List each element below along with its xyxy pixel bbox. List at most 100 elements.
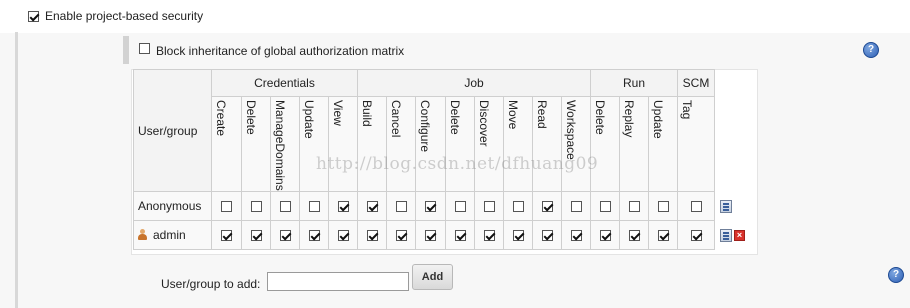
- permission-header: Cancel: [386, 96, 416, 192]
- permission-checkbox[interactable]: [221, 230, 232, 242]
- permission-checkbox[interactable]: [395, 201, 407, 213]
- permission-checkbox[interactable]: [657, 201, 669, 213]
- permission-checkbox[interactable]: [599, 201, 611, 213]
- permission-header: Replay: [619, 96, 649, 192]
- permission-label: Workspace: [564, 100, 578, 160]
- block-inheritance-checkbox[interactable]: [139, 43, 150, 54]
- permission-checkbox[interactable]: [308, 201, 320, 213]
- block-inheritance-row: Block inheritance of global authorizatio…: [123, 36, 893, 64]
- user-icon: [138, 229, 147, 240]
- permission-cell: [445, 220, 475, 250]
- permission-checkbox[interactable]: [454, 230, 466, 242]
- permission-cell: [532, 220, 562, 250]
- permission-checkbox[interactable]: [570, 230, 582, 242]
- help-icon[interactable]: ?: [863, 42, 879, 58]
- permission-label: Cancel: [389, 100, 403, 138]
- permission-checkbox[interactable]: [366, 201, 378, 213]
- add-user-input[interactable]: [267, 272, 409, 291]
- row-actions: [715, 192, 755, 221]
- permission-cell: [474, 220, 504, 250]
- permission-checkbox[interactable]: [250, 201, 262, 213]
- permission-cell: [445, 191, 475, 221]
- permission-cell: [590, 220, 620, 250]
- permission-cell: [357, 191, 387, 221]
- enable-security-label[interactable]: Enable project-based security: [45, 9, 203, 23]
- permission-checkbox[interactable]: [657, 230, 669, 242]
- permission-checkbox[interactable]: [483, 201, 495, 213]
- permission-cell: [561, 220, 591, 250]
- permission-checkbox[interactable]: [512, 201, 524, 213]
- permission-label: Configure: [418, 100, 432, 153]
- permission-checkbox[interactable]: [425, 230, 436, 242]
- permission-header: Update: [299, 96, 329, 192]
- permission-header: Create: [211, 96, 242, 192]
- matrix-row: admin ×: [133, 220, 755, 250]
- permission-checkbox[interactable]: [483, 230, 495, 242]
- permission-checkbox[interactable]: [628, 201, 640, 213]
- permission-cell: [474, 191, 504, 221]
- permission-checkbox[interactable]: [337, 230, 349, 242]
- permission-label: Update: [651, 100, 665, 139]
- permission-checkbox[interactable]: [599, 230, 611, 242]
- permission-header: Delete: [445, 96, 475, 192]
- permission-cell: [648, 220, 678, 250]
- delete-icon[interactable]: ×: [734, 230, 745, 242]
- permission-cell: [386, 220, 416, 250]
- permission-cell: [270, 220, 300, 250]
- configure-icon[interactable]: [720, 229, 732, 243]
- permission-label: ManageDomains: [273, 100, 287, 191]
- permission-cell: [211, 191, 242, 221]
- permission-cell: [211, 220, 242, 250]
- permission-checkbox[interactable]: [628, 230, 640, 242]
- permission-checkbox[interactable]: [454, 201, 466, 213]
- permission-cell: [386, 191, 416, 221]
- permission-checkbox[interactable]: [425, 201, 436, 213]
- permission-label: View: [331, 100, 345, 126]
- permission-checkbox[interactable]: [366, 230, 378, 242]
- enable-security-checkbox[interactable]: [28, 11, 39, 22]
- permission-label: Delete: [448, 100, 462, 135]
- permission-cell: [532, 191, 562, 221]
- permission-header: View: [328, 96, 358, 192]
- actions-header: [715, 70, 755, 192]
- permission-label: Read: [535, 100, 549, 129]
- permission-cell: [241, 191, 271, 221]
- permission-header: Tag: [677, 96, 715, 192]
- help-icon-add[interactable]: ?: [888, 267, 904, 283]
- permission-checkbox[interactable]: [308, 230, 320, 242]
- permission-cell: [299, 191, 329, 221]
- permission-checkbox[interactable]: [570, 201, 582, 213]
- permission-checkbox[interactable]: [395, 230, 407, 242]
- permission-header: Update: [648, 96, 678, 192]
- row-name: Anonymous: [138, 199, 202, 213]
- permission-checkbox[interactable]: [690, 230, 702, 242]
- permission-checkbox[interactable]: [279, 201, 291, 213]
- row-name-cell: admin: [133, 220, 212, 250]
- permission-header: Delete: [590, 96, 620, 192]
- permission-header: Workspace: [561, 96, 591, 192]
- permission-cell: [648, 191, 678, 221]
- permission-checkbox[interactable]: [337, 201, 349, 213]
- block-section-bar: [123, 36, 129, 64]
- permission-checkbox[interactable]: [541, 230, 553, 242]
- permission-checkbox[interactable]: [250, 230, 262, 242]
- group-header-job: Job: [357, 69, 591, 97]
- permission-cell: [503, 191, 533, 221]
- block-inheritance-label[interactable]: Block inheritance of global authorizatio…: [156, 44, 404, 58]
- permission-checkbox[interactable]: [279, 230, 291, 242]
- permission-cell: [357, 220, 387, 250]
- enable-security-row: Enable project-based security: [0, 0, 910, 33]
- permission-checkbox[interactable]: [221, 201, 232, 213]
- configure-icon[interactable]: [720, 200, 732, 214]
- permission-cell: [677, 220, 715, 250]
- permission-matrix: User/group Credentials Job Run SCM Create De…: [133, 69, 755, 250]
- permission-checkbox[interactable]: [690, 201, 702, 213]
- permission-label: Move: [506, 100, 520, 130]
- permission-checkbox[interactable]: [541, 201, 553, 213]
- permission-label: Delete: [593, 100, 607, 135]
- add-user-button[interactable]: Add: [412, 264, 453, 290]
- permission-cell: [503, 220, 533, 250]
- permission-checkbox[interactable]: [512, 230, 524, 242]
- permission-cell: [677, 191, 715, 221]
- add-user-label: User/group to add:: [161, 277, 261, 291]
